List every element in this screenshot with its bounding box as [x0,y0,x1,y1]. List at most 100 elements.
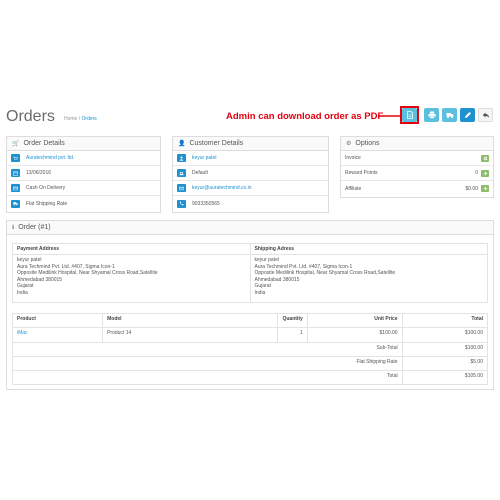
pdf-icon [406,111,413,119]
payment-address: keyur patel Aura Techmind Pvt. Ltd. #407… [12,254,251,303]
customer-details-panel: 👤 Customer Details keyur patel Default k… [172,136,329,213]
options-heading: ⚙ Options [341,137,493,151]
payment-address-header: Payment Address [12,243,251,255]
product-name-link[interactable]: iMac [11,327,104,343]
product-unit-price: $100.00 [306,327,403,343]
payment-method-row: Cash On Delivery [7,181,160,196]
order-details-panel: 🛒 Order Details Auratechmind pvt. ltd. 1… [6,136,161,213]
date-row: 13/06/2016 [7,166,160,181]
invoice-label: Invoice [345,155,361,161]
total-label: Total [12,370,403,385]
envelope-icon [177,184,186,192]
pencil-icon [464,112,471,118]
customer-group: Default [192,170,208,176]
col-total: Total [401,313,489,328]
print-invoice-button[interactable] [424,108,439,122]
address-line: India [254,289,266,296]
subtotal-value: $100.00 [401,342,489,357]
shipping-label: Flat Shipping Rate [12,356,403,371]
gear-icon [483,156,487,160]
plus-icon [483,171,487,175]
truck-icon [446,113,453,119]
cart-icon: 🛒 [12,141,20,147]
shipping-value: $5.00 [401,356,489,371]
totals-row: Flat Shipping Rate $5.00 [12,356,489,371]
breadcrumb-home[interactable]: Home [64,116,77,122]
truck-icon [11,199,20,208]
invoice-row: Invoice [341,151,493,166]
breadcrumb-separator: / [78,116,81,122]
order-details-title: Order Details [23,140,65,147]
affiliate-row: Affiliate $0.00 [341,181,493,196]
store-name-link[interactable]: Auratechmind pvt. ltd. [26,155,74,161]
plus-icon [483,186,487,191]
reward-points-row: Reward Points 0 [341,166,493,181]
annotation-text: Admin can download order as PDF [226,111,384,122]
customer-email-link[interactable]: keyur@auratechmind.co.in [192,185,252,191]
options-panel: ⚙ Options Invoice Reward Points 0 Affili… [340,136,494,198]
breadcrumb: Home / Orders [64,116,97,122]
date-added: 13/06/2016 [26,170,52,176]
order-title: Order (#1) [18,224,51,231]
breadcrumb-orders[interactable]: Orders [82,116,97,122]
col-unit-price: Unit Price [306,313,403,328]
address-section: Payment Address Shipping Adress keyur pa… [7,235,493,303]
page-title: Orders [6,108,55,125]
reply-icon [482,112,489,118]
calendar-icon [11,169,20,177]
generate-invoice-button[interactable] [481,154,489,162]
col-quantity: Quantity [277,313,308,328]
print-shipping-button[interactable] [442,108,457,122]
group-icon [177,169,186,177]
table-row: iMac Product 14 1 $100.00 $100.00 [11,327,489,343]
customer-name-link[interactable]: keyur patel [192,155,216,161]
shipping-address-header: Shipping Adress [249,243,488,255]
add-commission-button[interactable] [481,185,489,192]
customer-name-row: keyur patel [173,151,328,166]
payment-method: Cash On Delivery [26,185,66,191]
col-product: Product [11,313,104,328]
order-panel: ℹ Order (#1) Payment Address Shipping Ad… [6,220,494,390]
shipping-method-row: Flat Shipping Rate [7,196,160,211]
toolbar [400,106,494,126]
page-header: Orders Home / Orders Admin can download … [6,106,494,130]
address-line: India [17,289,28,296]
customer-details-title: Customer Details [189,140,244,147]
shipping-method: Flat Shipping Rate [26,200,68,207]
cart-icon[interactable] [11,154,20,162]
total-value: $105.00 [401,370,489,385]
user-icon[interactable] [177,154,186,162]
gear-icon: ⚙ [346,141,352,147]
col-model: Model [102,313,279,328]
edit-button[interactable] [460,108,475,122]
order-heading: ℹ Order (#1) [7,221,493,235]
shipping-address: keyur patel Aura Techmind Pvt. Ltd. #407… [249,254,488,303]
options-title: Options [355,140,380,147]
customer-details-heading: 👤 Customer Details [173,137,328,151]
products-section: Product Model Quantity Unit Price Total … [7,303,493,385]
totals-row: Sub-Total $100.00 [12,342,489,357]
customer-phone-row: 9033350565 [173,196,328,211]
product-model: Product 14 [102,327,279,343]
back-button[interactable] [478,108,493,122]
store-row: Auratechmind pvt. ltd. [7,151,160,166]
product-quantity: 1 [277,327,308,343]
reward-points-label: Reward Points [345,170,378,176]
order-details-heading: 🛒 Order Details [7,137,160,151]
download-pdf-button[interactable] [402,108,417,122]
user-icon: 👤 [178,141,186,147]
credit-card-icon [11,184,20,192]
totals-row: Total $105.00 [12,370,489,385]
reward-points-value: 0 [475,170,478,176]
customer-phone: 9033350565 [192,200,220,207]
address-table: Payment Address Shipping Adress keyur pa… [12,243,488,303]
add-reward-button[interactable] [481,169,489,177]
print-icon [428,111,435,119]
customer-email-row: keyur@auratechmind.co.in [173,181,328,196]
product-total: $100.00 [401,327,489,343]
phone-icon [177,199,186,208]
customer-group-row: Default [173,166,328,181]
info-icon: ℹ [12,225,15,231]
affiliate-value: $0.00 [465,185,478,192]
products-table: Product Model Quantity Unit Price Total … [11,313,489,385]
